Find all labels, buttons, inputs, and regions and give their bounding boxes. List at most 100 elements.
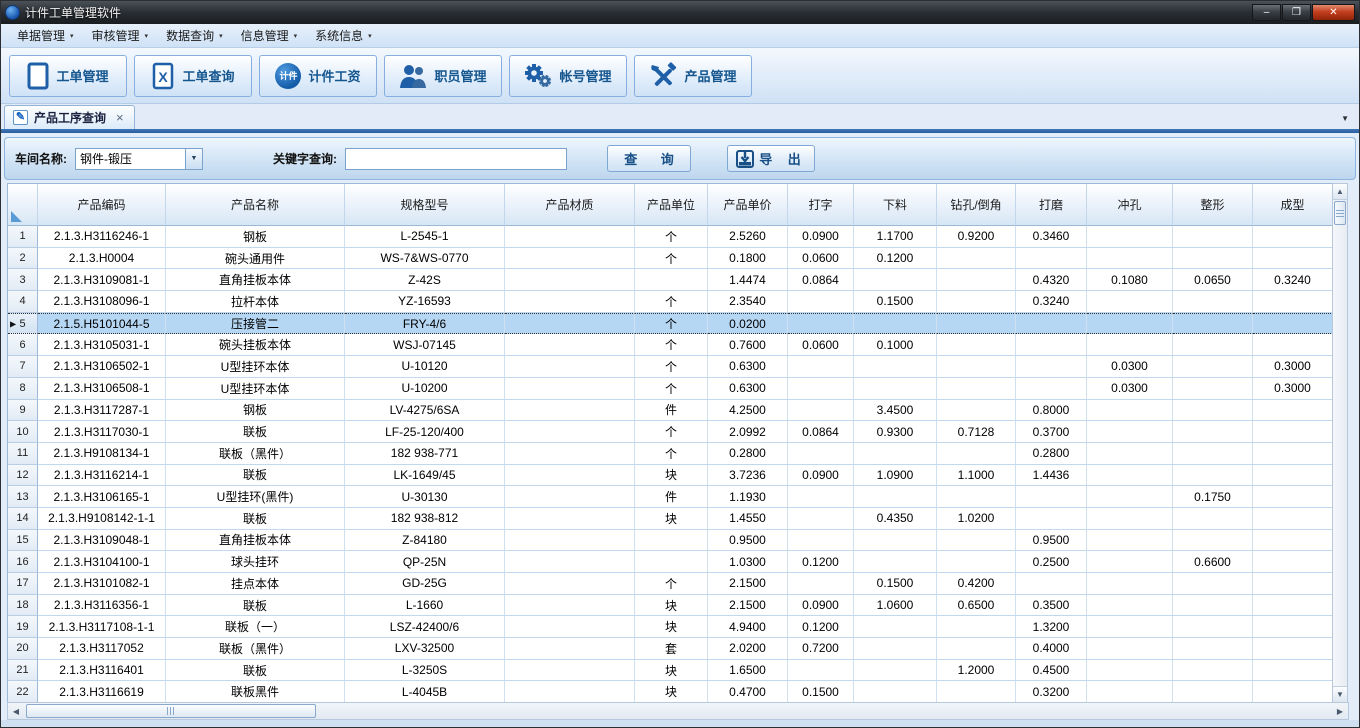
table-row[interactable]: 202.1.3.H3117052联板（黑件）LXV-32500套2.02000.… [8,638,1332,660]
table-cell[interactable]: 1.1700 [854,226,937,248]
table-cell[interactable] [505,530,635,552]
menu-document-management[interactable]: 单据管理▾ [9,24,84,47]
table-cell[interactable]: 3.7236 [708,465,788,487]
table-cell[interactable] [505,248,635,270]
table-cell[interactable] [937,486,1016,508]
row-number[interactable]: 19 [8,616,38,638]
workorder-management-button[interactable]: 工单管理 [9,55,127,97]
select-all-corner[interactable] [8,184,38,226]
table-cell[interactable]: 2.1.3.H0004 [38,248,166,270]
table-cell[interactable] [1253,573,1332,595]
table-cell[interactable]: 2.1.3.H3106502-1 [38,356,166,378]
table-cell[interactable]: 0.9500 [1016,530,1087,552]
table-cell[interactable] [854,443,937,465]
table-row[interactable]: 222.1.3.H3116619联板黑件L-4045B块0.47000.1500… [8,681,1332,702]
table-cell[interactable] [1087,313,1173,335]
table-cell[interactable] [1253,486,1332,508]
table-cell[interactable]: 2.1.5.H5101044-5 [38,313,166,335]
table-cell[interactable] [1016,486,1087,508]
table-cell[interactable] [937,681,1016,702]
table-cell[interactable]: 块 [635,508,708,530]
table-cell[interactable] [1173,616,1253,638]
table-cell[interactable] [854,616,937,638]
table-cell[interactable] [1173,291,1253,313]
table-cell[interactable]: 1.4550 [708,508,788,530]
table-row[interactable]: 152.1.3.H3109048-1直角挂板本体Z-841800.95000.9… [8,530,1332,552]
row-number[interactable]: 6 [8,334,38,356]
table-row[interactable]: 142.1.3.H9108142-1-1联板182 938-812块1.4550… [8,508,1332,530]
export-button[interactable]: 导 出 [727,145,815,172]
table-row[interactable]: 42.1.3.H3108096-1拉杆本体YZ-16593个2.35400.15… [8,291,1332,313]
table-cell[interactable]: 直角挂板本体 [166,269,345,291]
table-cell[interactable] [505,334,635,356]
table-cell[interactable]: LK-1649/45 [345,465,505,487]
table-row[interactable]: 192.1.3.H3117108-1-1联板（一）LSZ-42400/6块4.9… [8,616,1332,638]
table-cell[interactable] [1173,638,1253,660]
table-cell[interactable] [854,356,937,378]
table-cell[interactable]: 0.1200 [788,551,854,573]
table-cell[interactable]: 0.0900 [788,595,854,617]
table-cell[interactable]: 2.1.3.H3117287-1 [38,400,166,422]
table-cell[interactable]: 0.3000 [1253,356,1332,378]
table-cell[interactable] [505,269,635,291]
table-cell[interactable]: 2.0200 [708,638,788,660]
table-cell[interactable]: 0.6600 [1173,551,1253,573]
table-cell[interactable]: 0.3240 [1253,269,1332,291]
table-cell[interactable]: 0.0200 [708,313,788,335]
table-cell[interactable]: 个 [635,443,708,465]
table-cell[interactable] [937,334,1016,356]
table-row[interactable]: 112.1.3.H9108134-1联板（黑件）182 938-771个0.28… [8,443,1332,465]
table-cell[interactable]: 0.1500 [854,573,937,595]
table-cell[interactable] [1173,465,1253,487]
table-cell[interactable]: 0.0864 [788,421,854,443]
table-cell[interactable]: 0.1500 [854,291,937,313]
table-cell[interactable]: 个 [635,573,708,595]
table-cell[interactable]: L-1660 [345,595,505,617]
row-number[interactable]: 3 [8,269,38,291]
table-cell[interactable]: 套 [635,638,708,660]
table-cell[interactable] [505,551,635,573]
table-cell[interactable]: 个 [635,356,708,378]
table-cell[interactable] [1087,530,1173,552]
table-cell[interactable] [1087,638,1173,660]
table-cell[interactable]: 182 938-812 [345,508,505,530]
column-header[interactable]: 下料 [854,184,937,226]
table-cell[interactable] [1173,356,1253,378]
table-cell[interactable]: 0.0900 [788,226,854,248]
table-cell[interactable] [1253,291,1332,313]
table-cell[interactable] [1253,443,1332,465]
table-cell[interactable] [854,530,937,552]
tab-list-dropdown-icon[interactable]: ▼ [1341,114,1349,123]
column-header[interactable]: 钻孔/倒角 [937,184,1016,226]
table-cell[interactable]: 联板 [166,660,345,682]
table-cell[interactable]: 联板 [166,508,345,530]
table-cell[interactable] [1087,616,1173,638]
table-cell[interactable]: 1.6500 [708,660,788,682]
table-cell[interactable]: 1.1000 [937,465,1016,487]
table-row[interactable]: 82.1.3.H3106508-1U型挂环本体U-10200个0.63000.0… [8,378,1332,400]
table-cell[interactable] [854,681,937,702]
table-cell[interactable]: 0.4200 [937,573,1016,595]
table-cell[interactable]: 0.4700 [708,681,788,702]
table-cell[interactable] [1087,681,1173,702]
table-cell[interactable] [1087,421,1173,443]
table-cell[interactable] [1087,551,1173,573]
row-number[interactable]: 21 [8,660,38,682]
table-cell[interactable] [937,443,1016,465]
table-cell[interactable] [505,400,635,422]
table-cell[interactable] [1253,616,1332,638]
table-cell[interactable]: 0.1200 [788,616,854,638]
table-cell[interactable]: 4.9400 [708,616,788,638]
table-cell[interactable] [1173,443,1253,465]
table-cell[interactable]: 2.1.3.H3117108-1-1 [38,616,166,638]
keyword-input[interactable] [345,148,567,170]
close-button[interactable]: ✕ [1312,4,1355,21]
column-header[interactable]: 整形 [1173,184,1253,226]
table-row[interactable]: 182.1.3.H3116356-1联板L-1660块2.15000.09001… [8,595,1332,617]
table-cell[interactable] [1173,378,1253,400]
table-cell[interactable]: 0.1000 [854,334,937,356]
table-cell[interactable] [1173,334,1253,356]
table-cell[interactable]: LF-25-120/400 [345,421,505,443]
table-cell[interactable] [635,269,708,291]
table-cell[interactable]: 0.3240 [1016,291,1087,313]
